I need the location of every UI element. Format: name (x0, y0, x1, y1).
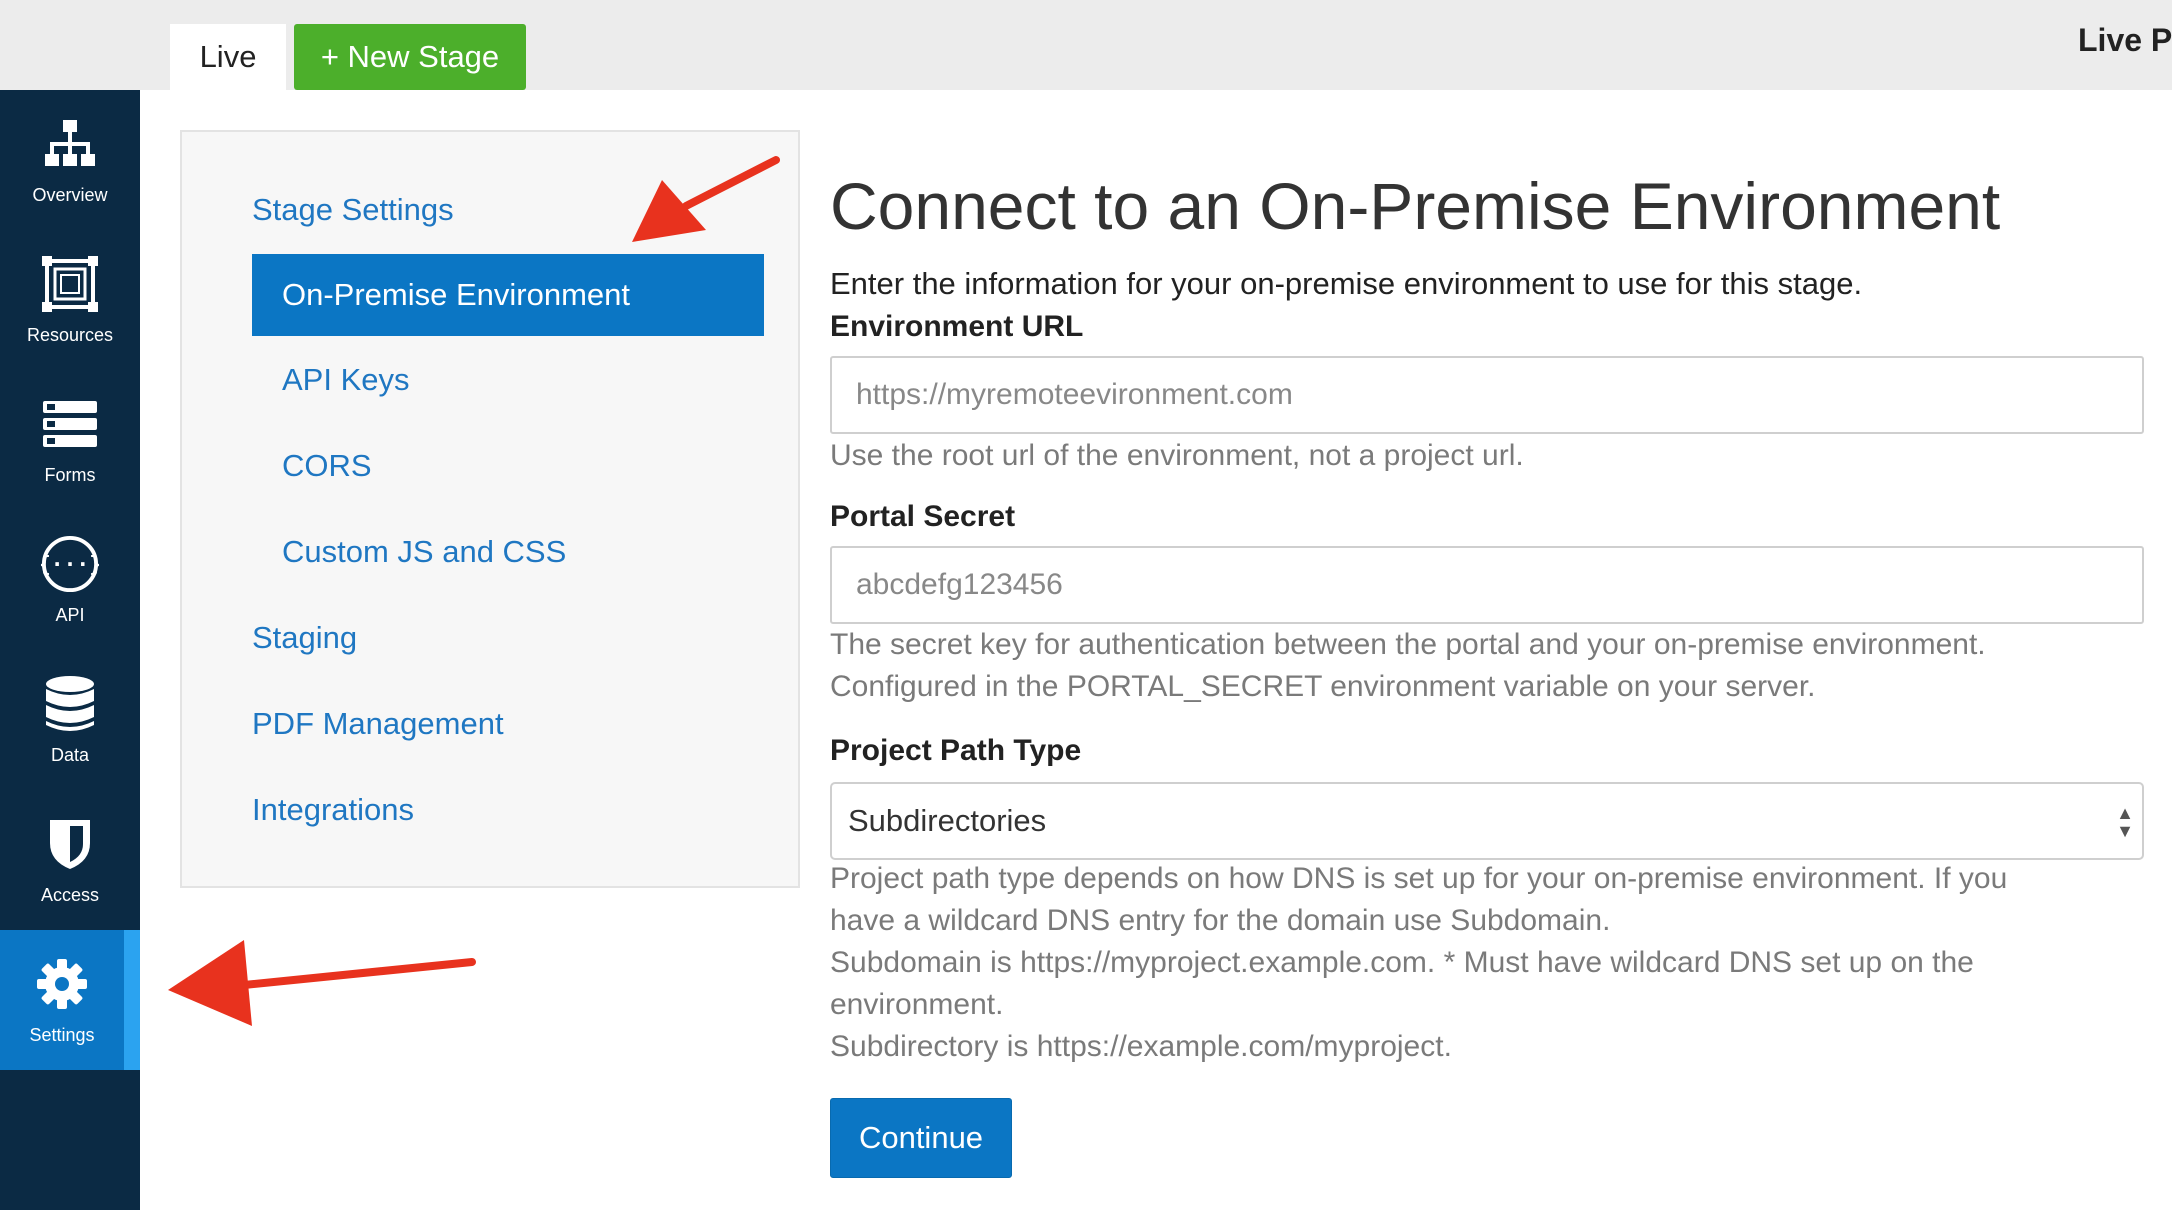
annotation-arrows (168, 156, 780, 1026)
arrow-to-settings (168, 940, 476, 1026)
arrow-to-on-premise (632, 156, 780, 242)
